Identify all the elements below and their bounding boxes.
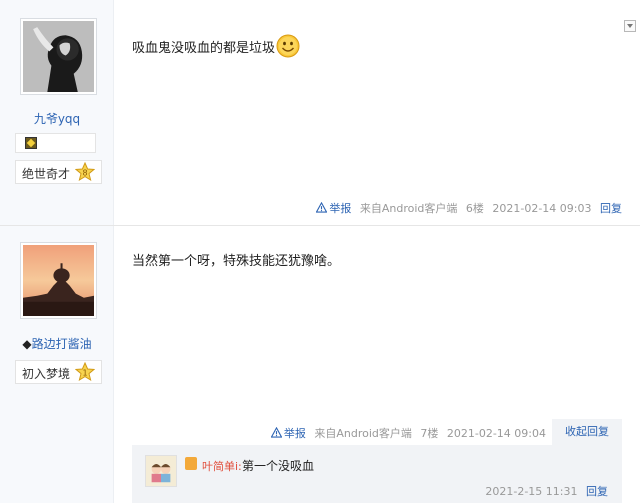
level-number: 1	[82, 369, 87, 378]
collapse-replies-button[interactable]: 收起回复	[552, 419, 622, 445]
badge-row	[15, 133, 96, 153]
reply-date: 2021-2-15 11:31	[485, 485, 578, 498]
diamond-icon: ◆	[22, 337, 32, 351]
smiley-icon	[276, 34, 300, 58]
post-meta: 举报 来自Android客户端 6楼 2021-02-14 09:03 回复	[316, 200, 622, 216]
author-sidebar: 九爷yqq 绝世奇才 8	[0, 0, 114, 225]
level-badge[interactable]: 初入梦境 1	[15, 360, 102, 384]
sub-reply-box: 叶简单i: 第一个没吸血 2021-2-15 11:31 回复	[132, 445, 622, 503]
floor-number: 7楼	[420, 427, 439, 440]
post-text: 吸血鬼没吸血的都是垃圾	[132, 41, 276, 56]
warning-icon[interactable]	[270, 427, 282, 438]
star-badge-icon: 8	[75, 162, 95, 182]
level-number: 8	[82, 169, 87, 178]
gem-icon[interactable]	[25, 137, 37, 149]
avatar[interactable]	[145, 455, 177, 487]
avatar-image	[23, 21, 94, 92]
post-date: 2021-02-14 09:03	[492, 202, 592, 215]
author-name[interactable]: 路边打酱油	[32, 337, 92, 351]
report-link[interactable]: 举报	[329, 202, 351, 215]
menu-toggle-icon[interactable]	[624, 20, 636, 32]
star-badge-icon: 1	[75, 362, 95, 382]
post-floor-6: 九爷yqq 绝世奇才 8 吸血鬼没吸血的都是垃圾 举报 来自Android客户端	[0, 0, 640, 225]
level-badge[interactable]: 绝世奇才 8	[15, 160, 102, 184]
source-text: 来自Android客户端	[359, 202, 458, 215]
author-name-row: ◆路边打酱油	[0, 335, 114, 352]
report-link[interactable]: 举报	[284, 427, 306, 440]
reply-button[interactable]: 回复	[600, 202, 622, 215]
source-text: 来自Android客户端	[314, 427, 412, 440]
avatar-image	[23, 245, 94, 316]
post-content: 当然第一个呀，特殊技能还犹豫啥。	[132, 254, 341, 269]
post-content: 吸血鬼没吸血的都是垃圾	[132, 34, 300, 58]
post-date: 2021-02-14 09:04	[446, 427, 546, 440]
reply-meta: 2021-2-15 11:31 回复	[480, 483, 608, 499]
post-meta: 举报 来自Android客户端 7楼 2021-02-14 09:04	[270, 425, 546, 441]
avatar[interactable]	[20, 242, 97, 319]
post-floor-7: ◆路边打酱油 初入梦境 1 当然第一个呀，特殊技能还犹豫啥。 举报 来自Andr…	[0, 225, 640, 503]
floor-number: 6楼	[465, 202, 484, 215]
avatar[interactable]	[20, 18, 97, 95]
vip-icon	[185, 457, 197, 470]
author-name[interactable]: 九爷yqq	[0, 110, 114, 127]
warning-icon[interactable]	[316, 202, 328, 213]
author-sidebar: ◆路边打酱油 初入梦境 1	[0, 226, 114, 503]
level-label: 绝世奇才	[22, 167, 71, 181]
reply-author-name[interactable]: 叶简单i:	[202, 458, 242, 474]
reply-text: 第一个没吸血	[242, 459, 315, 473]
reply-button[interactable]: 回复	[586, 485, 608, 498]
level-label: 初入梦境	[22, 367, 71, 381]
